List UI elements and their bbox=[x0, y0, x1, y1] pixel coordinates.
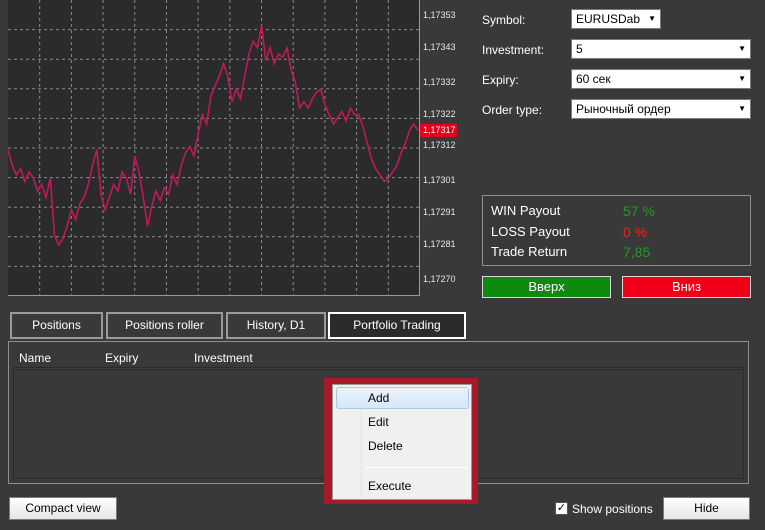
chevron-down-icon: ▼ bbox=[648, 14, 656, 23]
price-tick-label: 1,17281 bbox=[423, 239, 456, 250]
buy-up-button[interactable]: Вверх bbox=[482, 276, 611, 298]
loss-payout-label: LOSS Payout bbox=[491, 224, 570, 239]
price-tick-label: 1,17270 bbox=[423, 274, 456, 285]
price-tick-label: 1,17291 bbox=[423, 207, 456, 218]
price-axis: 1,17353 1,17343 1,17332 1,17322 1,17312 1,173… bbox=[420, 0, 472, 296]
chevron-down-icon: ▼ bbox=[738, 74, 746, 83]
expiry-value: 60 сек bbox=[576, 72, 611, 86]
menu-item-edit[interactable]: Edit bbox=[336, 411, 469, 433]
order-type-label: Order type: bbox=[482, 103, 543, 117]
column-header-name[interactable]: Name bbox=[19, 351, 51, 365]
show-positions-checkbox[interactable]: ✓ bbox=[555, 502, 568, 515]
chevron-down-icon: ▼ bbox=[738, 44, 746, 53]
expiry-select[interactable]: 60 сек ▼ bbox=[571, 69, 751, 89]
price-tick-label: 1,17322 bbox=[423, 108, 456, 119]
price-chart[interactable] bbox=[8, 0, 420, 296]
compact-view-button[interactable]: Compact view bbox=[9, 497, 117, 520]
symbol-value: EURUSDab bbox=[576, 12, 641, 26]
tab-history-d1[interactable]: History, D1 bbox=[226, 312, 326, 339]
order-type-value: Рыночный ордер bbox=[576, 102, 671, 116]
list-header: Name Expiry Investment bbox=[13, 346, 744, 368]
win-payout-label: WIN Payout bbox=[491, 203, 561, 218]
investment-label: Investment: bbox=[482, 43, 545, 57]
tab-positions-roller[interactable]: Positions roller bbox=[106, 312, 223, 339]
win-payout-value: 57 % bbox=[623, 203, 655, 219]
trade-return-label: Trade Return bbox=[491, 244, 568, 259]
context-menu: Add Edit Delete Execute bbox=[332, 384, 472, 500]
trade-return-value: 7,85 bbox=[623, 244, 651, 260]
menu-item-execute[interactable]: Execute bbox=[336, 475, 469, 497]
investment-value: 5 bbox=[576, 42, 583, 56]
investment-input[interactable]: 5 ▼ bbox=[571, 39, 751, 59]
show-positions-label: Show positions bbox=[572, 502, 653, 516]
order-type-select[interactable]: Рыночный ордер ▼ bbox=[571, 99, 751, 119]
price-tick-label: 1,17301 bbox=[423, 175, 456, 186]
price-tick-label: 1,17332 bbox=[423, 76, 456, 87]
menu-separator bbox=[365, 467, 469, 468]
chart-canvas bbox=[8, 0, 420, 296]
chevron-down-icon: ▼ bbox=[738, 104, 746, 113]
payout-panel: WIN Payout 57 % LOSS Payout 0 % Trade Re… bbox=[482, 195, 751, 266]
column-header-expiry[interactable]: Expiry bbox=[105, 351, 138, 365]
expiry-label: Expiry: bbox=[482, 73, 519, 87]
symbol-label: Symbol: bbox=[482, 13, 526, 27]
symbol-select[interactable]: EURUSDab ▼ bbox=[571, 9, 661, 29]
hide-button[interactable]: Hide bbox=[663, 497, 750, 520]
price-tick-label: 1,17312 bbox=[423, 140, 456, 151]
column-header-investment[interactable]: Investment bbox=[194, 351, 253, 365]
menu-item-add[interactable]: Add bbox=[336, 387, 469, 409]
tab-portfolio-trading[interactable]: Portfolio Trading bbox=[328, 312, 466, 339]
menu-item-delete[interactable]: Delete bbox=[336, 435, 469, 457]
current-price-badge: 1,17317 bbox=[420, 124, 457, 138]
loss-payout-value: 0 % bbox=[623, 224, 648, 240]
tab-positions[interactable]: Positions bbox=[10, 312, 103, 339]
price-tick-label: 1,17353 bbox=[423, 9, 456, 20]
sell-down-button[interactable]: Вниз bbox=[622, 276, 751, 298]
price-tick-label: 1,17343 bbox=[423, 41, 456, 52]
